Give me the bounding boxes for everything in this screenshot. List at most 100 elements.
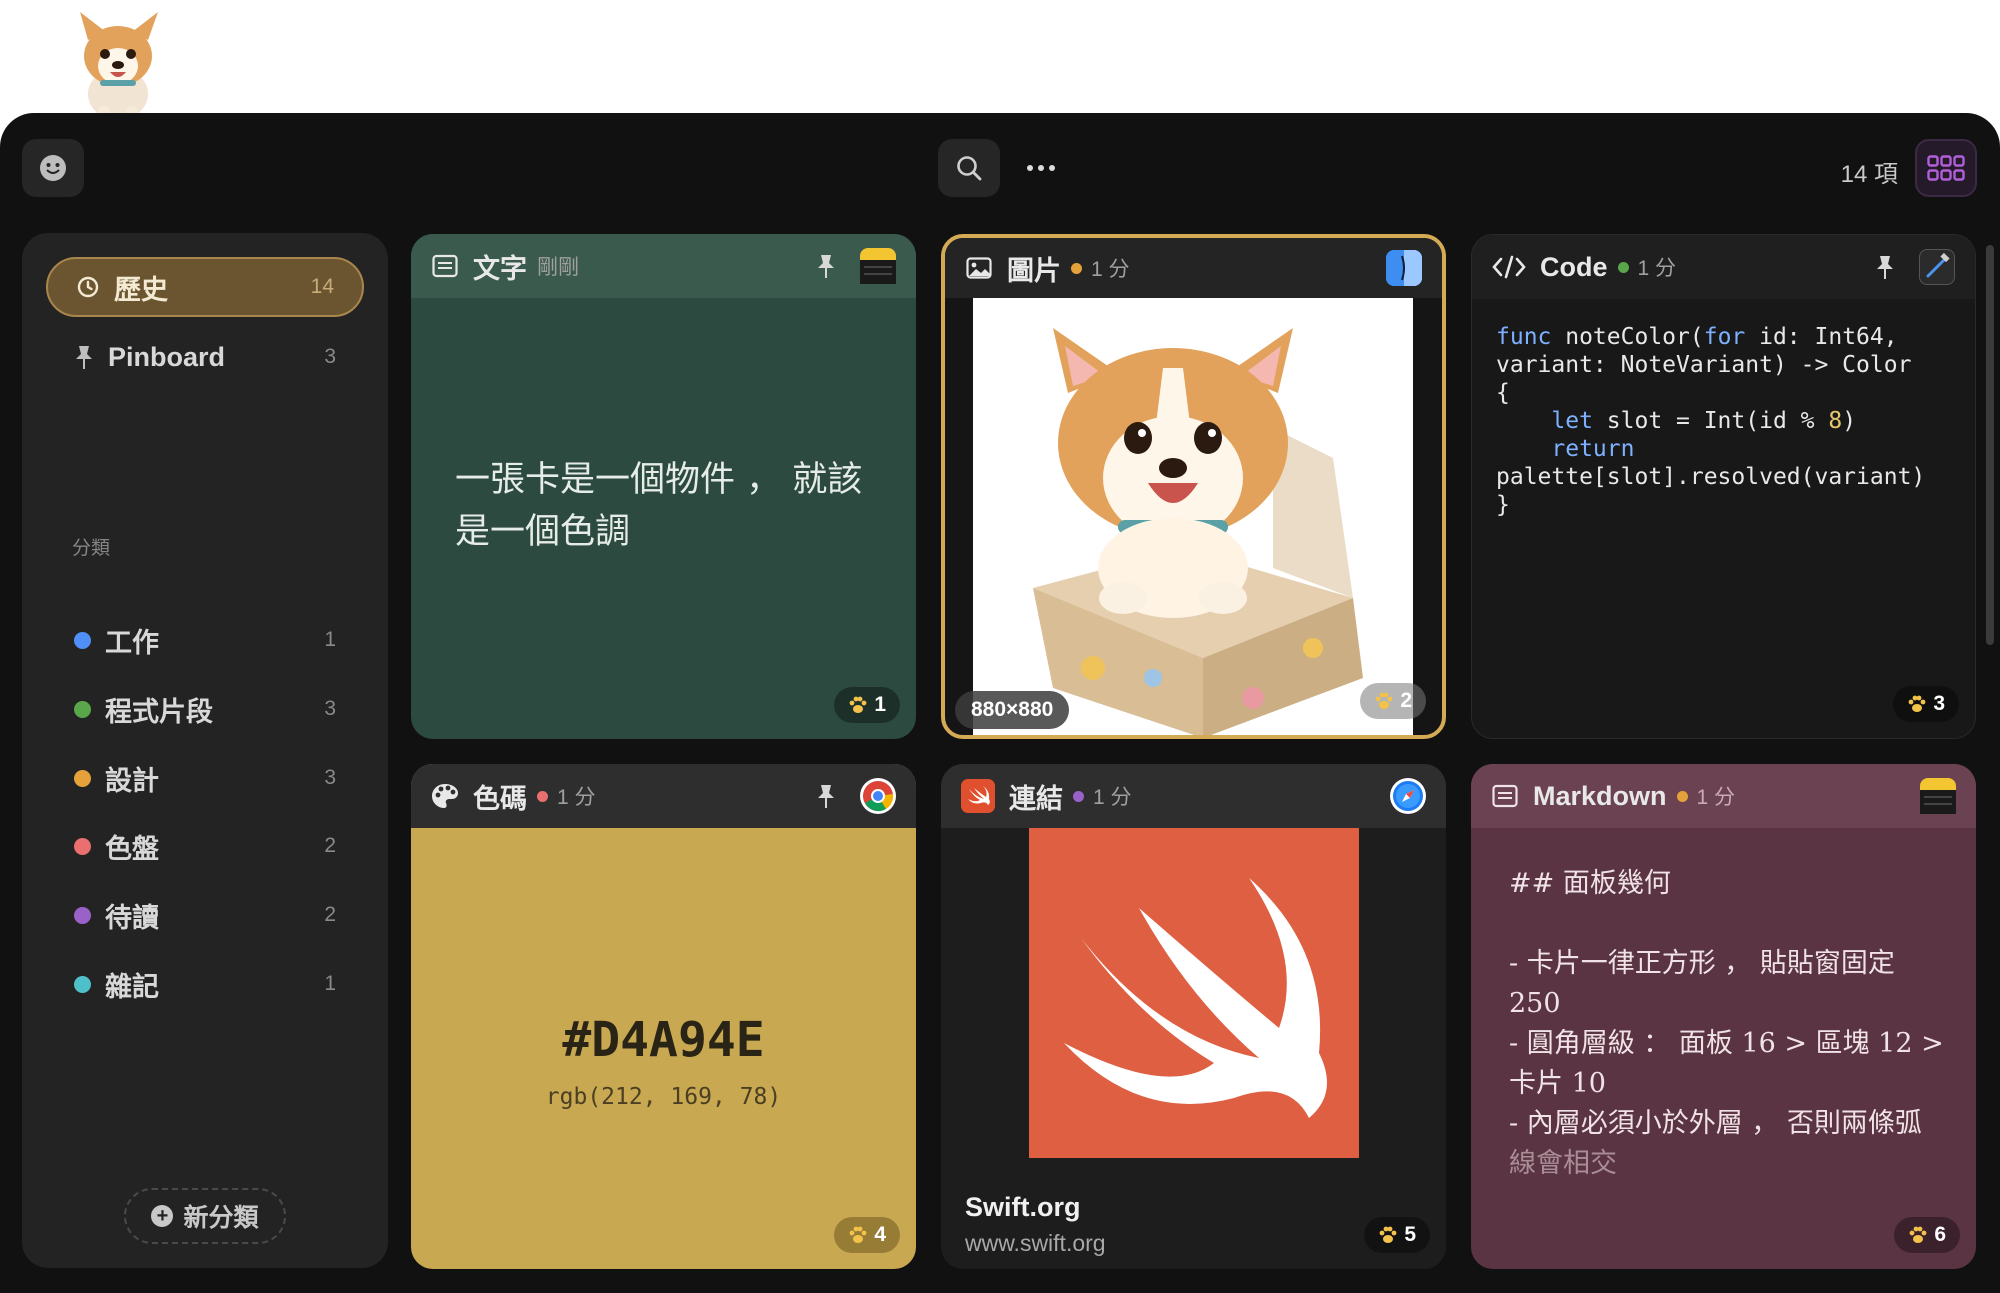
card-type-label: 文字 <box>473 253 527 284</box>
sidebar-item-count: 14 <box>310 275 334 298</box>
clip-card-link[interactable]: 連結 1 分 Swift.org www.swift.org 5 <box>941 764 1446 1269</box>
card-time: 剛剛 <box>537 256 579 279</box>
category-item-design[interactable]: 設計 3 <box>46 748 364 808</box>
category-color-dot <box>74 631 91 649</box>
card-header: Markdown 1 分 <box>1471 764 1976 828</box>
card-header: 圖片 1 分 <box>945 238 1442 298</box>
new-category-label: 新分類 <box>183 1204 259 1232</box>
category-color-dot <box>74 975 91 993</box>
clip-card-text[interactable]: 文字 剛剛 一張卡是一個物件 ， 就該是一個色調 1 <box>411 234 916 739</box>
paste-count-badge: 6 <box>1894 1217 1960 1253</box>
paw-icon <box>849 1226 867 1243</box>
card-time: 1 分 <box>537 781 596 811</box>
card-time: 1 分 <box>1676 781 1735 811</box>
category-item-snippets[interactable]: 程式片段 3 <box>46 679 364 739</box>
link-preview-image <box>1029 828 1359 1158</box>
more-button[interactable] <box>1010 139 1072 197</box>
puppy-image <box>973 298 1413 735</box>
photo-icon <box>965 254 993 282</box>
item-count: 14 項 <box>1840 161 1898 188</box>
pin-icon[interactable] <box>816 253 836 279</box>
swift-logo-icon <box>961 779 995 813</box>
new-category-button[interactable]: + 新分類 <box>124 1188 286 1244</box>
grid-view-button[interactable] <box>1915 139 1977 197</box>
category-color-dot <box>74 700 91 718</box>
markdown-line: - 卡片一律正方形 ， 貼貼窗固定 250 <box>1509 948 1895 1019</box>
category-label: 雜記 <box>105 971 159 1002</box>
markdown-line: - 圓角層級 ： 面板 16 > 區塊 12 > 卡片 10 <box>1509 1028 1944 1099</box>
history-icon <box>77 276 99 298</box>
sidebar-item-history[interactable]: 歷史 14 <box>46 257 364 317</box>
category-item-work[interactable]: 工作 1 <box>46 610 364 670</box>
paw-icon <box>849 696 867 713</box>
search-icon <box>957 156 982 181</box>
finder-app-icon <box>1386 250 1422 286</box>
card-header: Code 1 分 <box>1472 235 1975 299</box>
markdown-line: - 內層必須小於外層 ， 否則兩條弧 <box>1509 1108 1922 1139</box>
paw-icon <box>1909 1226 1927 1243</box>
text-doc-icon <box>431 252 459 280</box>
paw-icon <box>1375 692 1393 709</box>
markdown-line: 線會相交 <box>1509 1148 1617 1179</box>
markdown-body: ## 面板幾何 - 卡片一律正方形 ， 貼貼窗固定 250 - 圓角層級 ： 面… <box>1509 864 1952 1184</box>
grid-icon <box>1927 155 1965 181</box>
paw-icon <box>1908 695 1926 712</box>
category-label: 工作 <box>105 627 159 658</box>
sidebar-item-pinboard[interactable]: Pinboard 3 <box>46 327 364 387</box>
sidebar: 歷史 14 Pinboard 3 分類 工作 1 程式片段 3 設計 3 色盤 … <box>22 233 388 1268</box>
color-rgb-value: rgb(212, 169, 78) <box>545 1084 782 1110</box>
category-item-palette[interactable]: 色盤 2 <box>46 816 364 876</box>
xcode-app-icon <box>1919 249 1955 285</box>
markdown-heading: ## 面板幾何 <box>1509 868 1671 899</box>
clip-card-color[interactable]: 色碼 1 分 #D4A94E rgb(212, 169, 78) 4 <box>411 764 916 1269</box>
text-doc-icon <box>1491 782 1519 810</box>
category-item-notes[interactable]: 雜記 1 <box>46 954 364 1014</box>
code-snippet: func noteColor(for id: Int64, variant: N… <box>1496 324 1926 518</box>
clip-card-markdown[interactable]: Markdown 1 分 ## 面板幾何 - 卡片一律正方形 ， 貼貼窗固定 2… <box>1471 764 1976 1269</box>
pin-icon <box>76 346 92 369</box>
category-count: 3 <box>324 766 336 789</box>
notes-app-icon <box>1920 778 1956 814</box>
sidebar-item-label: Pinboard <box>108 341 226 372</box>
paste-count-badge: 3 <box>1893 686 1959 722</box>
profile-button[interactable] <box>22 139 84 197</box>
paste-count-badge: 4 <box>834 1217 900 1253</box>
palette-icon <box>431 782 459 810</box>
paw-icon <box>1379 1226 1397 1243</box>
card-header: 文字 剛剛 <box>411 234 916 298</box>
category-label: 程式片段 <box>105 696 213 727</box>
top-bar: 14 項 <box>0 113 2000 223</box>
card-time: 1 分 <box>1073 781 1132 811</box>
clip-card-image[interactable]: 圖片 1 分 880×880 2 <box>941 234 1446 739</box>
category-count: 2 <box>324 903 336 926</box>
code-brackets-icon <box>1492 253 1526 281</box>
chrome-app-icon <box>860 778 896 814</box>
category-count: 1 <box>324 628 336 651</box>
scrollbar[interactable] <box>1986 245 1994 645</box>
card-type-label: Markdown <box>1533 780 1667 811</box>
category-color-dot <box>74 769 91 787</box>
clip-card-code[interactable]: Code 1 分 func noteColor(for id: Int64, v… <box>1471 234 1976 739</box>
pin-icon[interactable] <box>816 783 836 809</box>
category-item-toread[interactable]: 待讀 2 <box>46 885 364 945</box>
category-label: 設計 <box>105 765 159 796</box>
card-type-label: 圖片 <box>1007 255 1061 286</box>
category-section-label: 分類 <box>72 538 111 559</box>
category-color-dot <box>74 906 91 924</box>
search-button[interactable] <box>938 139 1000 197</box>
paste-count-badge: 5 <box>1364 1217 1430 1253</box>
category-color-dot <box>74 837 91 855</box>
category-label: 色盤 <box>105 833 159 864</box>
category-count: 1 <box>324 972 336 995</box>
plus-icon: + <box>151 1205 174 1227</box>
card-header: 連結 1 分 <box>941 764 1446 828</box>
card-time: 1 分 <box>1617 252 1676 282</box>
app-window: 14 項 歷史 14 Pinboard 3 分類 工作 1 程式片段 3 設計 … <box>0 113 2000 1293</box>
card-text-body: 一張卡是一個物件 ， 就該是一個色調 <box>455 460 863 552</box>
sidebar-item-label: 歷史 <box>114 274 168 305</box>
paste-count-badge: 2 <box>1360 683 1426 719</box>
link-title: Swift.org <box>965 1192 1081 1222</box>
category-count: 2 <box>324 834 336 857</box>
pin-icon[interactable] <box>1875 254 1895 280</box>
ellipsis-icon <box>1027 165 1055 171</box>
